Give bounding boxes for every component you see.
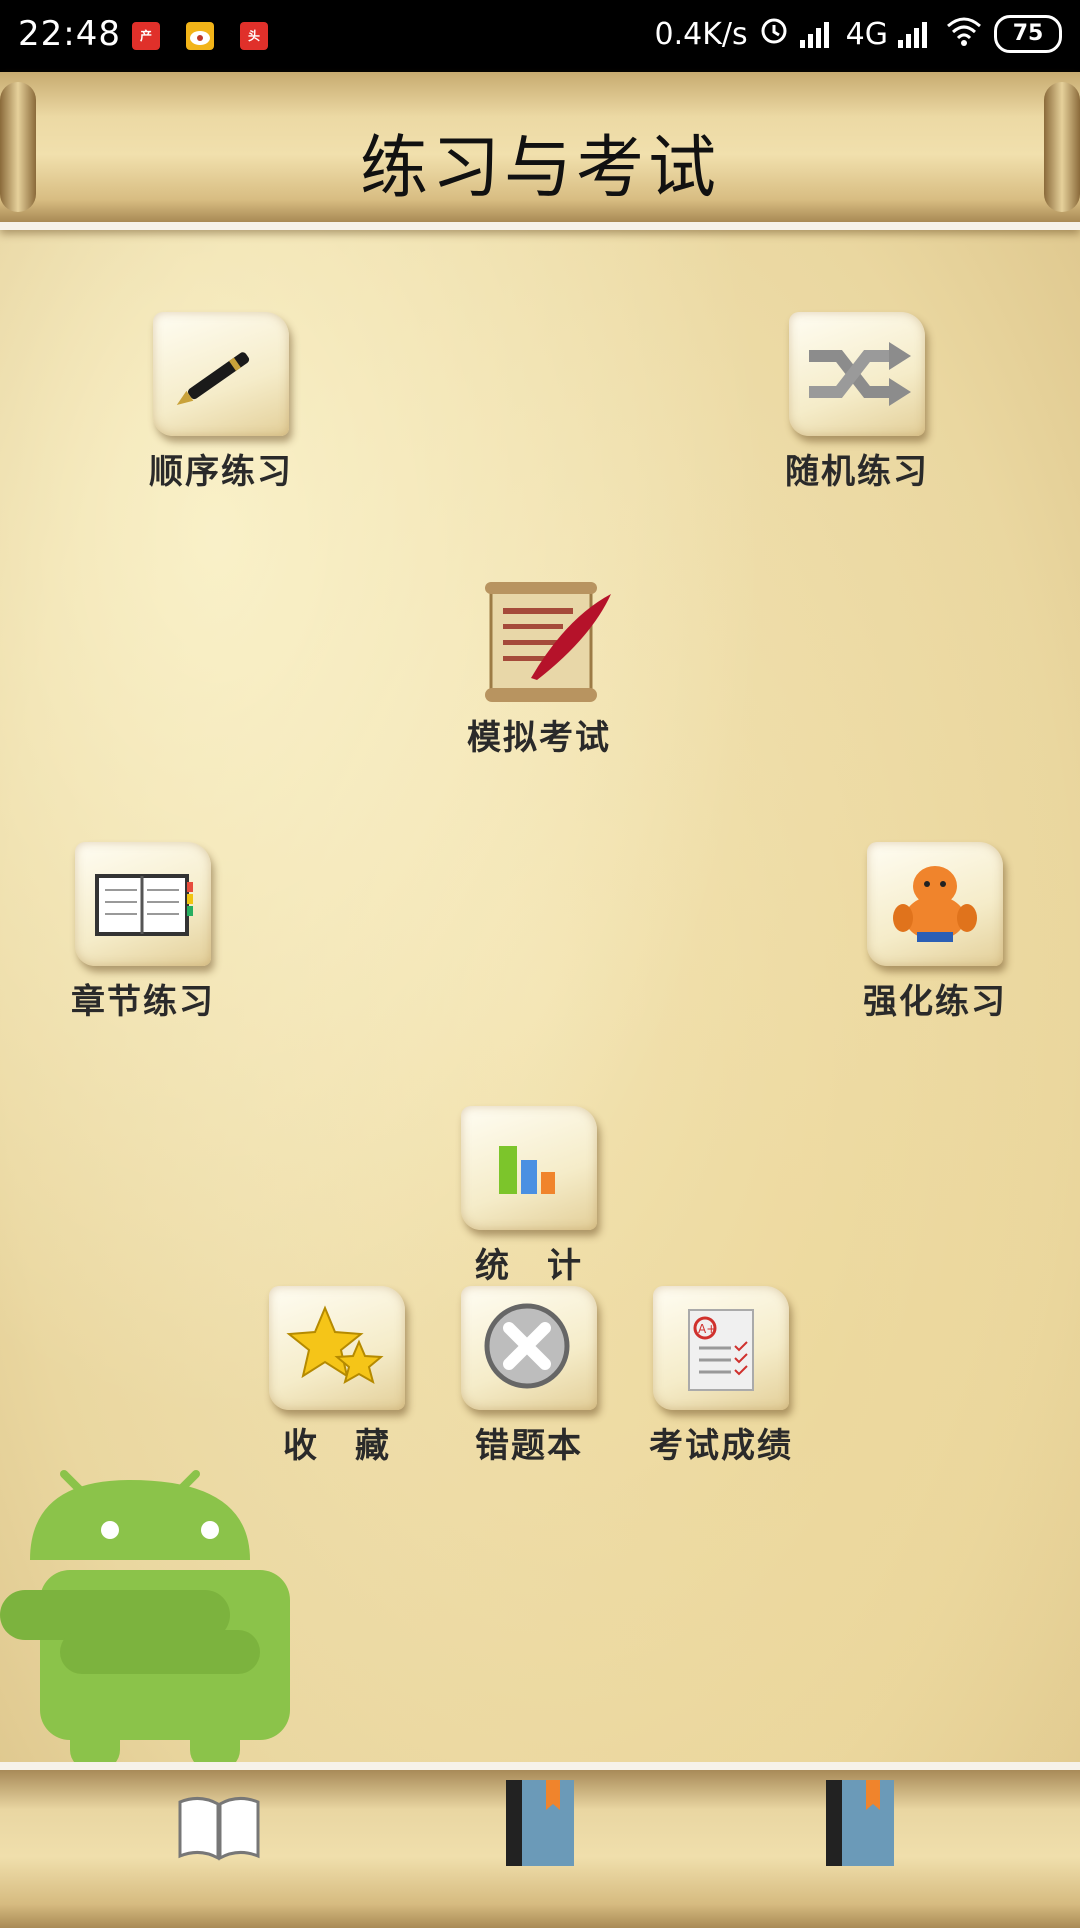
sequential-practice-label: 顺序练习 [149,452,293,492]
shuffle-card [789,312,925,436]
signal-icon-2 [898,20,934,48]
exam-scores-label: 考试成绩 [649,1426,793,1466]
sequential-practice-button[interactable]: 顺序练习 [126,312,316,493]
chapter-practice-button[interactable]: 章节练习 [48,842,238,1023]
bar-chart-icon [499,1146,555,1194]
chapter-practice-label: 章节练习 [71,982,215,1022]
page-title: 练习与考试 [359,129,720,208]
wrong-book-button[interactable]: 错题本 [434,1286,624,1467]
random-practice-button[interactable]: 随机练习 [762,312,952,493]
weibo-icon [186,22,214,50]
exam-scores-button[interactable]: A+ 考试成绩 [626,1286,816,1467]
grade-report-icon: A+ [688,1309,754,1391]
mock-exam-button[interactable]: 模拟考试 [444,578,634,759]
statistics-label: 统 计 [475,1246,583,1286]
mock-exam-label: 模拟考试 [467,718,611,758]
shuffle-icon [809,342,911,406]
svg-text:A+: A+ [698,1322,716,1336]
status-bar: 22:48 产 头 0.4K/s 4G 75 [0,0,1080,72]
intensive-practice-button[interactable]: 强化练习 [840,842,1030,1023]
news-app-icon: 产 [132,22,160,50]
planner-icon [95,874,193,936]
nav-bookmark-button-2[interactable] [822,1780,912,1870]
nav-bookmark-button-1[interactable] [502,1780,592,1870]
favorites-button[interactable]: 收 藏 [242,1286,432,1467]
cross-card [461,1286,597,1410]
status-indicators: 0.4K/s 4G 75 [655,14,1062,54]
close-circle-icon [484,1303,570,1389]
stars-card [269,1286,405,1410]
bookmark-book-icon [826,1780,894,1866]
scroll-quill-card [471,578,611,702]
bookmark-book-icon [506,1780,574,1866]
random-practice-label: 随机练习 [785,452,929,492]
orange-monster-icon [893,866,977,942]
toutiao-icon: 头 [240,22,268,50]
scroll-quill-icon [485,582,611,702]
battery-indicator: 75 [994,15,1062,53]
network-type: 4G [845,16,888,52]
alarm-icon [758,14,790,54]
signal-icon [799,20,836,48]
favorites-label: 收 藏 [283,1426,391,1466]
star-icon [286,1305,384,1385]
wifi-icon [944,14,984,54]
title-banner: 练习与考试 [0,72,1080,230]
planner-card [75,842,211,966]
pen-icon [176,352,250,405]
open-book-icon [178,1797,260,1861]
android-mascot-icon [0,1470,310,1770]
status-time: 22:48 [18,14,121,54]
wrong-book-label: 错题本 [475,1426,583,1466]
nav-open-book-button[interactable] [174,1780,264,1870]
net-speed: 0.4K/s [654,16,748,52]
statistics-button[interactable]: 统 计 [434,1106,624,1287]
monster-card [867,842,1003,966]
report-card: A+ [653,1286,789,1410]
chart-card [461,1106,597,1230]
intensive-practice-label: 强化练习 [863,982,1007,1022]
pen-card [153,312,289,436]
